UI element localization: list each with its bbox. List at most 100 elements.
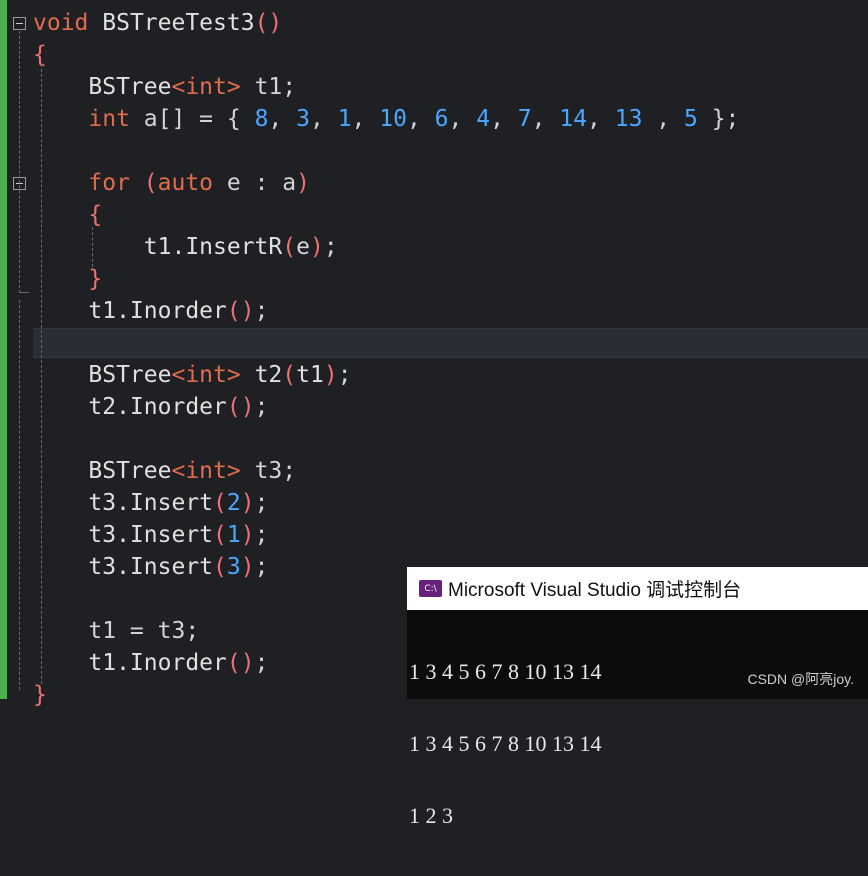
code-token: , <box>531 106 560 132</box>
code-line: void BSTreeTest3() <box>33 7 282 39</box>
code-token: for <box>33 170 144 196</box>
code-token: { <box>33 42 47 68</box>
code-token: , <box>268 106 297 132</box>
code-line: { <box>33 39 47 71</box>
code-token: ( <box>282 362 297 388</box>
watermark: CSDN @阿亮joy. <box>747 671 854 687</box>
code-token: ; <box>254 394 269 420</box>
code-token: 3 <box>226 554 241 580</box>
code-token: 14 <box>559 106 588 132</box>
code-token: } <box>33 682 47 708</box>
code-token: ) <box>240 554 255 580</box>
debug-console-window[interactable]: C:\ Microsoft Visual Studio 调试控制台 1 3 4 … <box>407 567 868 828</box>
code-line: BSTree<int> t2(t1); <box>33 359 352 391</box>
code-token: BSTreeTest3 <box>102 10 255 36</box>
code-token: 4 <box>476 106 491 132</box>
code-token: ; <box>254 490 269 516</box>
code-token: }; <box>697 106 740 132</box>
code-token: t3.Insert <box>33 554 214 580</box>
fold-guide-line <box>19 300 20 690</box>
code-token: <int> <box>171 74 241 100</box>
console-title-bar[interactable]: C:\ Microsoft Visual Studio 调试控制台 <box>407 567 868 610</box>
code-token: ; <box>254 522 269 548</box>
fold-guide-end <box>19 292 29 293</box>
code-token: 1 <box>337 106 352 132</box>
code-line: for (auto e : a) <box>33 167 310 199</box>
code-token: ( <box>282 234 297 260</box>
code-token: e : a <box>226 170 297 196</box>
code-token: ) <box>240 490 255 516</box>
console-title: Microsoft Visual Studio 调试控制台 <box>448 580 742 601</box>
code-token: 1 <box>226 522 241 548</box>
code-token: () <box>226 298 255 324</box>
code-token: ; <box>254 650 269 676</box>
code-token: ( <box>213 554 227 580</box>
code-token: ) <box>309 234 324 260</box>
code-token: t3.Insert <box>33 490 214 516</box>
console-app-icon: C:\ <box>419 580 442 597</box>
code-line: t1.InsertR(e); <box>33 231 338 263</box>
code-token: } <box>33 266 103 292</box>
code-line: BSTree<int> t1; <box>33 71 296 103</box>
code-token: t1; <box>240 74 297 100</box>
code-line: t1 = t3; <box>33 615 199 647</box>
code-token: e <box>296 234 310 260</box>
fold-guide-line <box>19 31 20 293</box>
code-token: BSTree <box>33 458 172 484</box>
code-token: ( <box>213 490 227 516</box>
code-line: t3.Insert(3); <box>33 551 268 583</box>
editor-gutter <box>7 0 33 699</box>
fold-collapse-icon[interactable] <box>13 17 26 30</box>
code-token: <int> <box>171 362 241 388</box>
code-token: ; <box>323 234 338 260</box>
code-token: t3.Insert <box>33 522 214 548</box>
code-token: t1 = t3; <box>33 618 200 644</box>
code-token: 3 <box>296 106 310 132</box>
code-token: , <box>406 106 435 132</box>
code-token: ( <box>213 522 227 548</box>
code-line: } <box>33 263 102 295</box>
code-token: ) <box>240 522 255 548</box>
code-token: t2 <box>240 362 283 388</box>
code-line: t2.Inorder(); <box>33 391 268 423</box>
code-token: 6 <box>434 106 449 132</box>
code-token: , <box>448 106 477 132</box>
code-line: t1.Inorder(); <box>33 647 268 679</box>
code-line: t3.Insert(1); <box>33 519 268 551</box>
code-token: () <box>226 394 255 420</box>
console-output: 1 3 4 5 6 7 8 10 13 14 1 3 4 5 6 7 8 10 … <box>407 610 868 876</box>
code-token: ( <box>143 170 158 196</box>
code-token: ; <box>254 298 269 324</box>
code-token: 2 <box>226 490 241 516</box>
code-token: , <box>587 106 615 132</box>
code-token: ; <box>254 554 269 580</box>
console-output-line: 1 3 4 5 6 7 8 10 13 14 <box>409 731 602 756</box>
code-token: auto <box>157 170 227 196</box>
code-token: ) <box>323 362 338 388</box>
code-token: () <box>226 650 255 676</box>
code-token: BSTree <box>33 74 172 100</box>
code-line: } <box>33 679 47 711</box>
code-token: 13 <box>614 106 643 132</box>
indent-guide <box>41 64 42 684</box>
code-token: 10 <box>379 106 407 132</box>
code-token: , <box>351 106 380 132</box>
code-token: t1 <box>296 362 324 388</box>
code-token: () <box>254 10 283 36</box>
code-token: , <box>490 106 518 132</box>
code-line: int a[] = { 8, 3, 1, 10, 6, 4, 7, 14, 13… <box>33 103 739 135</box>
code-token: a[] = { <box>143 106 255 132</box>
code-token: t1.Inorder <box>33 298 227 324</box>
current-line-highlight <box>33 328 868 358</box>
indent-guide <box>92 227 93 267</box>
console-output-line: 1 2 3 <box>409 803 453 828</box>
code-token: , <box>309 106 338 132</box>
code-token: ; <box>337 362 352 388</box>
code-line: t1.Inorder(); <box>33 295 268 327</box>
code-token: int <box>33 106 144 132</box>
code-line: BSTree<int> t3; <box>33 455 296 487</box>
code-token: , <box>642 106 684 132</box>
code-token: BSTree <box>33 362 172 388</box>
code-token: 7 <box>517 106 532 132</box>
code-token: <int> <box>171 458 241 484</box>
